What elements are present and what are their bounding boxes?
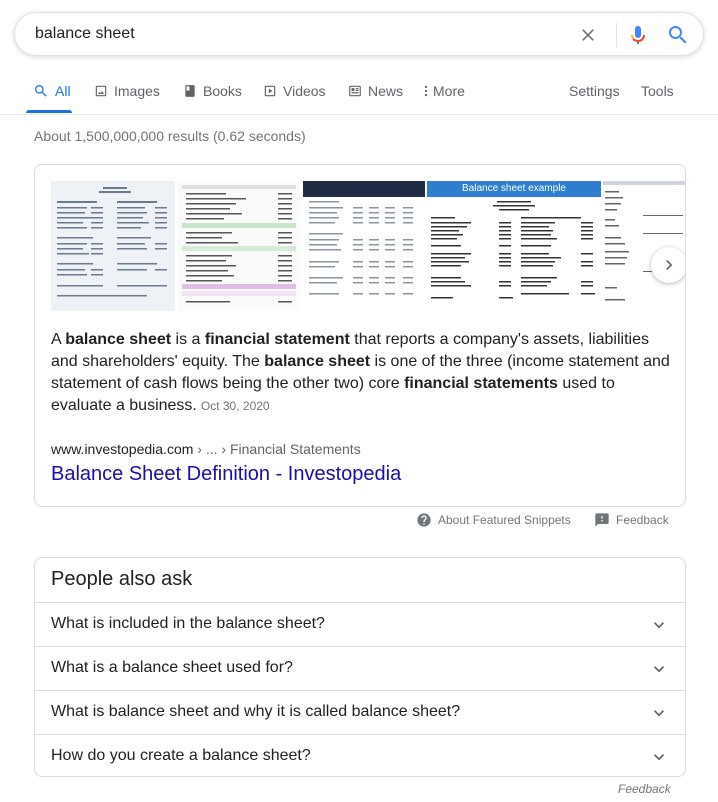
tab-label: Images: [114, 83, 160, 99]
paa-question[interactable]: How do you create a balance sheet?: [35, 734, 685, 778]
paa-question-text: What is balance sheet and why it is call…: [51, 703, 461, 720]
paa-question[interactable]: What is a balance sheet used for?: [35, 646, 685, 690]
search-divider: [616, 23, 617, 47]
tab-label: More: [433, 83, 465, 99]
snippet-feedback-link[interactable]: Feedback: [594, 512, 669, 528]
tools-label: Tools: [641, 83, 674, 99]
tab-all[interactable]: All: [33, 83, 71, 99]
chevron-down-icon: [654, 622, 664, 629]
balance-sheet-thumbnail[interactable]: [51, 181, 175, 311]
clear-icon[interactable]: [578, 25, 598, 45]
search-box[interactable]: balance sheet: [14, 12, 704, 56]
balance-sheet-example-image: [427, 197, 601, 311]
tab-images[interactable]: Images: [94, 83, 160, 99]
settings-label: Settings: [569, 83, 620, 99]
help-icon: [417, 513, 431, 527]
cite-path: › ... › Financial Statements: [193, 441, 361, 457]
spreadsheet-preview-image: [178, 181, 300, 311]
microphone-icon[interactable]: [626, 23, 650, 47]
paa-title: People also ask: [51, 568, 193, 590]
news-icon: [349, 85, 361, 97]
balance-sheet-thumbnail[interactable]: [178, 181, 300, 311]
chevron-down-icon: [654, 754, 664, 761]
tab-videos[interactable]: Videos: [263, 83, 326, 99]
people-also-ask: People also ask What is included in the …: [34, 557, 686, 777]
search-icon[interactable]: [666, 23, 690, 47]
carousel-next-button[interactable]: [651, 247, 685, 283]
paa-question[interactable]: What is included in the balance sheet?: [35, 602, 685, 646]
search-tabs: All Images Books Videos News More Settin…: [0, 70, 718, 115]
paa-question-text: What is included in the balance sheet?: [51, 615, 325, 632]
result-url-breadcrumb: www.investopedia.com › ... › Financial S…: [51, 441, 361, 457]
table-preview-image: [303, 181, 425, 311]
document-preview-image: [51, 181, 175, 311]
tab-label: Videos: [283, 83, 326, 99]
snippet-text: A balance sheet is a financial statement…: [51, 331, 670, 414]
tab-label: News: [368, 83, 404, 99]
feedback-label: Feedback: [616, 513, 669, 527]
image-icon: [95, 85, 107, 97]
active-tab-indicator: [26, 110, 72, 113]
kebab-icon: [424, 85, 428, 97]
tools-link[interactable]: Tools: [641, 83, 674, 99]
paa-question[interactable]: What is balance sheet and why it is call…: [35, 690, 685, 734]
featured-snippet-card: Balance sheet example A balance sheet is…: [34, 164, 686, 507]
snippet-date: Oct 30, 2020: [200, 399, 270, 413]
feedback-icon: [595, 513, 609, 527]
about-featured-snippets-link[interactable]: About Featured Snippets: [416, 512, 571, 528]
balance-sheet-thumbnail[interactable]: [603, 181, 685, 311]
image-carousel[interactable]: Balance sheet example: [51, 181, 685, 311]
balance-sheet-thumbnail[interactable]: [303, 181, 425, 311]
tab-news[interactable]: News: [348, 83, 403, 99]
paa-question-text: What is a balance sheet used for?: [51, 659, 293, 676]
settings-link[interactable]: Settings: [569, 83, 620, 99]
paa-feedback-link[interactable]: Feedback: [618, 782, 671, 796]
result-title-link[interactable]: Balance Sheet Definition - Investopedia: [51, 463, 401, 486]
paa-question-text: How do you create a balance sheet?: [51, 747, 311, 764]
chevron-down-icon: [654, 710, 664, 717]
search-icon: [35, 85, 47, 97]
search-query-text[interactable]: balance sheet: [35, 25, 135, 43]
cite-domain: www.investopedia.com: [51, 441, 194, 457]
balance-sheet-thumbnail[interactable]: Balance sheet example: [427, 181, 601, 311]
tab-label: Books: [203, 83, 242, 99]
chevron-right-icon: [666, 260, 673, 270]
tab-books[interactable]: Books: [183, 83, 242, 99]
tab-more[interactable]: More: [423, 83, 465, 99]
about-snippets-label: About Featured Snippets: [438, 513, 571, 527]
tab-label: All: [55, 83, 71, 99]
chevron-down-icon: [654, 666, 664, 673]
ledger-preview-image: [603, 181, 685, 311]
book-icon: [185, 85, 195, 97]
result-stats: About 1,500,000,000 results (0.62 second…: [34, 128, 306, 144]
video-icon: [264, 85, 276, 97]
